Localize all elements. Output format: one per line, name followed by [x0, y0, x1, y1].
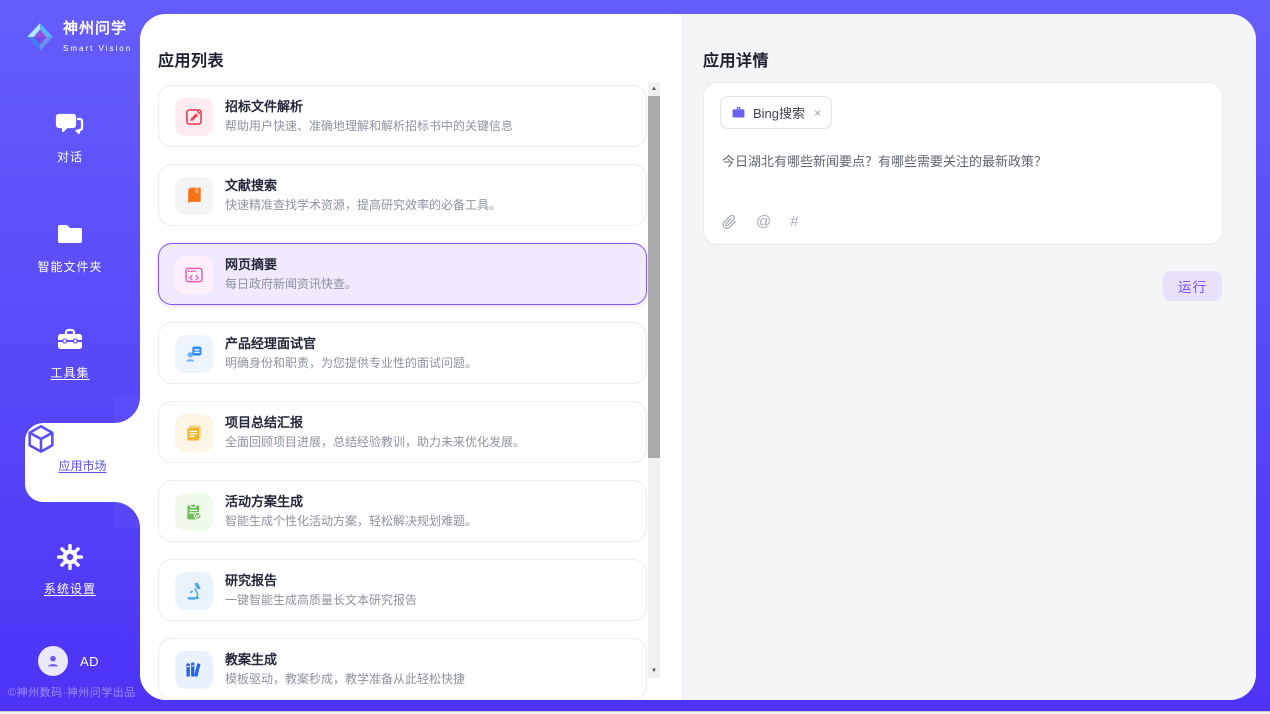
- app-card-pm-interviewer[interactable]: 产品经理面试官 明确身份和职责，为您提供专业性的面试问题。: [158, 322, 647, 384]
- sidebar-item-settings[interactable]: 系统设置: [0, 542, 140, 597]
- user-account[interactable]: AD: [38, 646, 99, 676]
- prompt-input-card[interactable]: Bing搜索 × 今日湖北有哪些新闻要点？有哪些需要关注的最新政策？ @ #: [703, 82, 1223, 245]
- app-card-research-report[interactable]: 研究报告 一键智能生成高质量长文本研究报告: [158, 559, 647, 621]
- input-toolbar: @ #: [722, 213, 799, 230]
- app-card-desc: 明确身份和职责，为您提供专业性的面试问题。: [225, 354, 477, 371]
- books-icon: [175, 651, 213, 689]
- app-card-list: 招标文件解析 帮助用户快速、准确地理解和解析招标书中的关键信息 文献搜索 快速精…: [158, 85, 647, 700]
- chat-icon: [55, 110, 85, 138]
- sidebar: 神州问学 Smart Vision 对话 智能文件夹: [0, 0, 140, 714]
- app-card-web-summary[interactable]: 网页摘要 每日政府新闻资讯快查。: [158, 243, 647, 305]
- microscope-icon: [175, 572, 213, 610]
- app-list-scrollbar[interactable]: ▲ ▼: [648, 82, 660, 678]
- briefcase-icon: [731, 105, 746, 120]
- app-card-project-summary[interactable]: 项目总结汇报 全面回顾项目进展，总结经验教训，助力未来优化发展。: [158, 401, 647, 463]
- app-card-desc: 智能生成个性化活动方案，轻松解决规划难题。: [225, 512, 477, 529]
- gear-icon: [55, 542, 85, 570]
- app-logo: 神州问学 Smart Vision: [24, 17, 140, 56]
- app-detail-panel: 应用详情 Bing搜索 × 今日湖北有哪些新闻要点？有哪些需要关注的最新政策？: [682, 14, 1256, 700]
- sidebar-item-smart-folder[interactable]: 智能文件夹: [0, 220, 140, 275]
- app-card-desc: 快速精准查找学术资源，提高研究效率的必备工具。: [225, 196, 501, 213]
- interviewer-icon: [175, 335, 213, 373]
- app-card-title: 教案生成: [225, 649, 277, 668]
- at-icon[interactable]: @: [756, 213, 771, 230]
- query-text[interactable]: 今日湖北有哪些新闻要点？有哪些需要关注的最新政策？: [722, 152, 1204, 171]
- app-card-desc: 每日政府新闻资讯快查。: [225, 275, 357, 292]
- app-card-title: 活动方案生成: [225, 491, 303, 510]
- paperclip-icon[interactable]: [722, 214, 737, 230]
- sidebar-item-label: 智能文件夹: [0, 258, 140, 275]
- bump-corner-top: [114, 397, 140, 423]
- app-card-desc: 全面回顾项目进展，总结经验教训，助力未来优化发展。: [225, 433, 525, 450]
- tool-tag-label: Bing搜索: [753, 103, 805, 122]
- app-list-title: 应用列表: [158, 47, 224, 71]
- app-card-title: 产品经理面试官: [225, 333, 316, 352]
- sidebar-item-label: 系统设置: [0, 580, 140, 597]
- scrollbar-thumb[interactable]: [648, 96, 660, 458]
- app-card-title: 文献搜索: [225, 175, 277, 194]
- sidebar-item-app-market[interactable]: 应用市场: [25, 423, 140, 502]
- app-card-lesson-plan[interactable]: 教案生成 模板驱动，教案秒成，教学准备从此轻松快捷: [158, 638, 647, 700]
- book-icon: [175, 177, 213, 215]
- app-card-event-plan[interactable]: 活动方案生成 智能生成个性化活动方案，轻松解决规划难题。: [158, 480, 647, 542]
- sidebar-item-label: 对话: [0, 148, 140, 165]
- clipboard-check-icon: [175, 493, 213, 531]
- tool-tag-bing-search[interactable]: Bing搜索 ×: [720, 96, 832, 129]
- user-name: AD: [80, 654, 99, 669]
- app-card-bid-parse[interactable]: 招标文件解析 帮助用户快速、准确地理解和解析招标书中的关键信息: [158, 85, 647, 147]
- main-panel: 应用列表 招标文件解析 帮助用户快速、准确地理解和解析招标书中的关键信息: [140, 14, 1256, 700]
- close-icon[interactable]: ×: [814, 106, 821, 120]
- logo-diamond-icon: [24, 21, 56, 53]
- app-card-literature-search[interactable]: 文献搜索 快速精准查找学术资源，提高研究效率的必备工具。: [158, 164, 647, 226]
- sidebar-item-toolset[interactable]: 工具集: [0, 326, 140, 381]
- app-card-desc: 模板驱动，教案秒成，教学准备从此轻松快捷: [225, 670, 465, 687]
- toolbox-icon: [55, 326, 85, 354]
- app-card-title: 研究报告: [225, 570, 277, 589]
- avatar: [38, 646, 68, 676]
- app-card-desc: 帮助用户快速、准确地理解和解析招标书中的关键信息: [225, 117, 513, 134]
- papers-icon: [175, 414, 213, 452]
- logo-subtitle: Smart Vision: [63, 44, 132, 53]
- scrollbar-up-button[interactable]: ▲: [648, 82, 660, 96]
- sidebar-item-chat[interactable]: 对话: [0, 110, 140, 165]
- sidebar-item-label: 应用市场: [25, 457, 140, 474]
- sidebar-footer-text: ©神州数码·神州问学出品: [8, 684, 136, 700]
- logo-title: 神州问学: [63, 20, 127, 37]
- app-detail-title: 应用详情: [703, 47, 769, 71]
- app-list-panel: 应用列表 招标文件解析 帮助用户快速、准确地理解和解析招标书中的关键信息: [140, 14, 682, 700]
- app-card-desc: 一键智能生成高质量长文本研究报告: [225, 591, 417, 608]
- cube-icon: [25, 423, 140, 455]
- hash-icon[interactable]: #: [790, 213, 798, 230]
- scrollbar-down-button[interactable]: ▼: [648, 664, 660, 678]
- folder-icon: [55, 220, 85, 248]
- app-card-title: 项目总结汇报: [225, 412, 303, 431]
- edit-square-icon: [175, 98, 213, 136]
- app-card-title: 网页摘要: [225, 254, 277, 273]
- bump-corner-bottom: [114, 502, 140, 528]
- run-button[interactable]: 运行: [1163, 271, 1222, 301]
- sidebar-item-label: 工具集: [0, 364, 140, 381]
- browser-code-icon: [175, 256, 213, 294]
- logo-text: 神州问学 Smart Vision: [63, 17, 140, 56]
- app-card-title: 招标文件解析: [225, 96, 303, 115]
